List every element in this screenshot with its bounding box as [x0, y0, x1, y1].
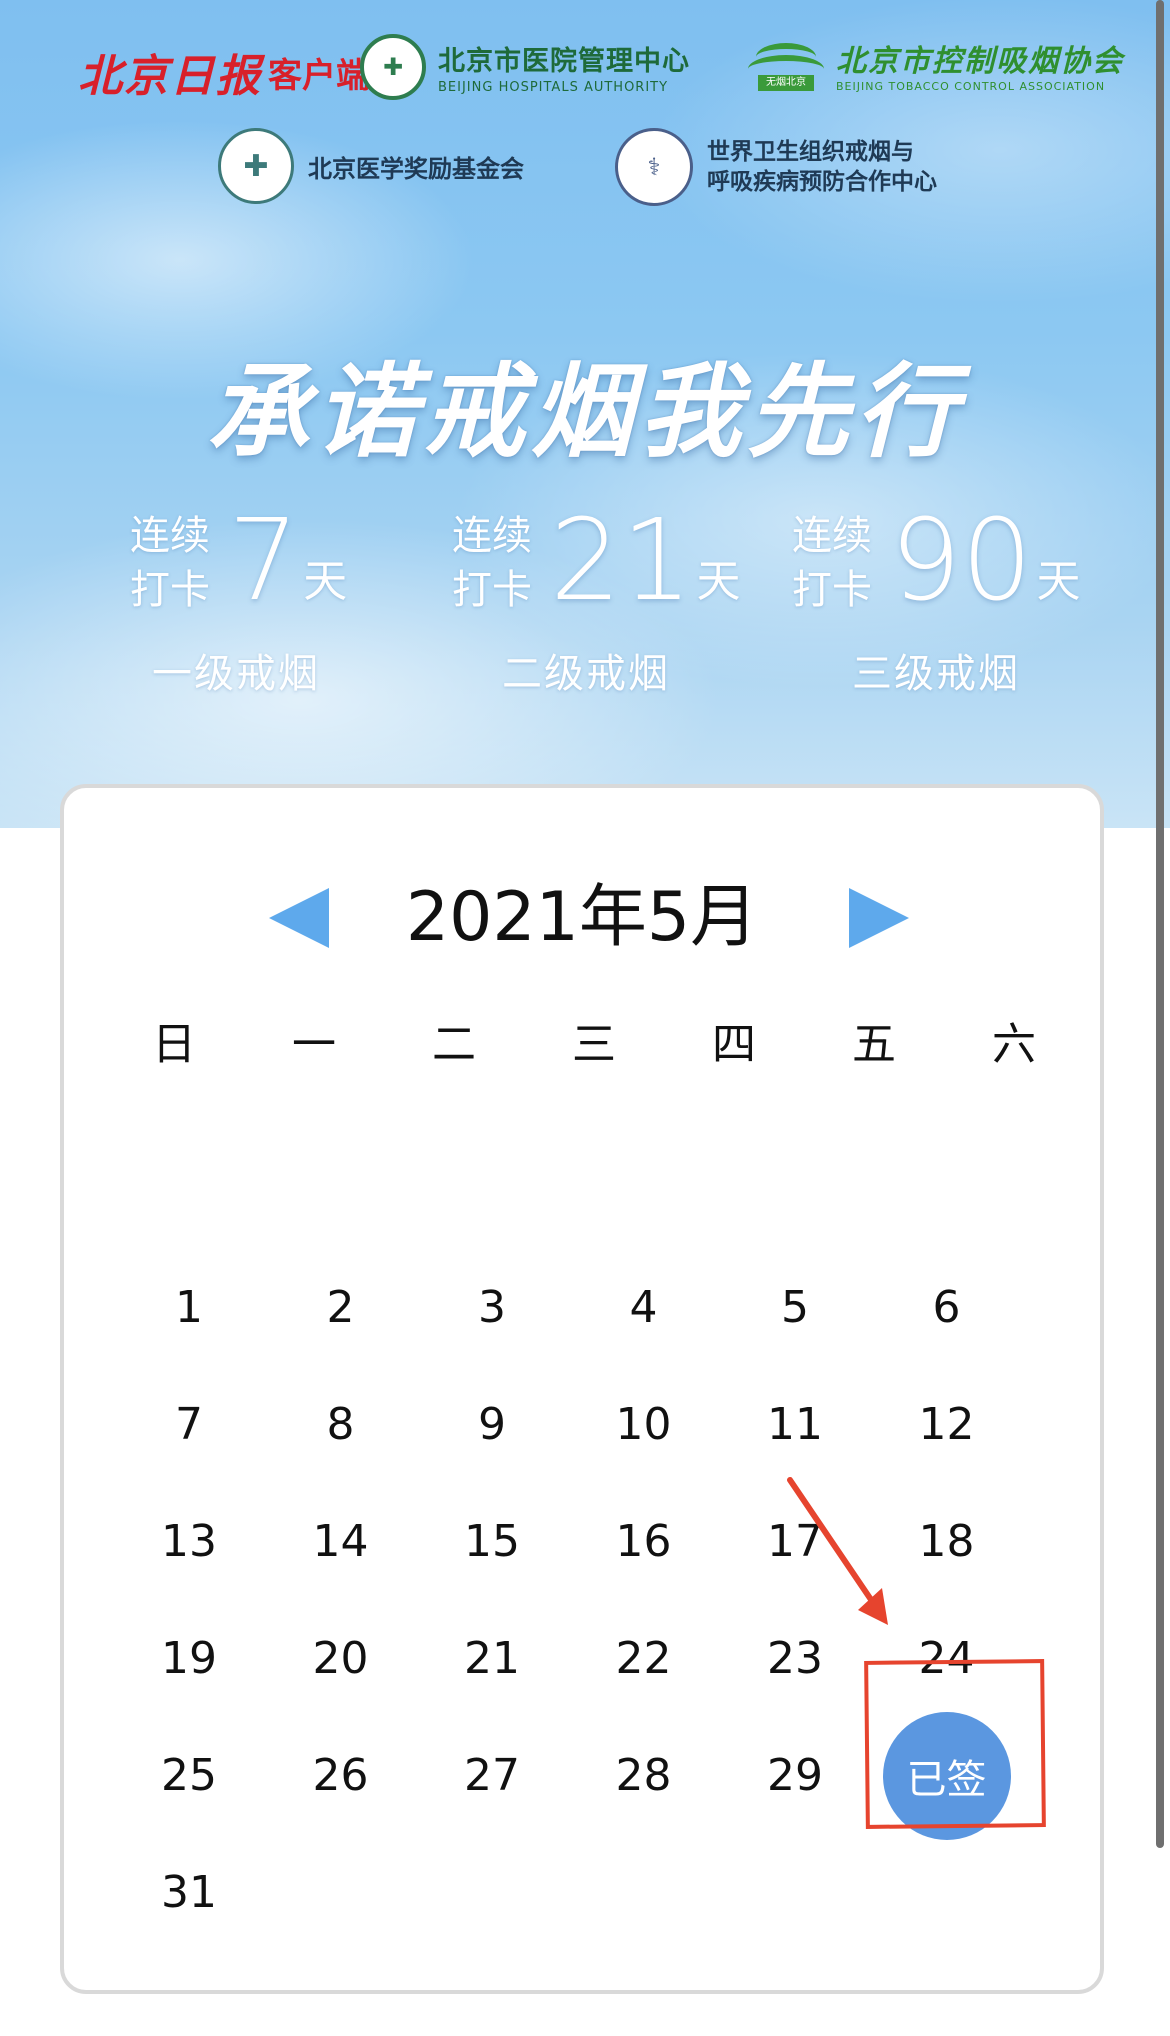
calendar-day[interactable]: 7: [124, 1370, 254, 1480]
calendar-day[interactable]: 27: [427, 1721, 557, 1831]
weekday-label: 三: [572, 1019, 616, 1070]
hospitals-authority-emblem-icon: ✚: [360, 34, 426, 100]
calendar-day[interactable]: 1: [124, 1253, 254, 1363]
hospitals-authority-logo: ✚ 北京市医院管理中心 BEIJING HOSPITALS AUTHORITY: [360, 34, 690, 100]
medical-foundation-emblem-icon: ✚: [218, 128, 294, 204]
calendar-day[interactable]: 25: [124, 1721, 254, 1831]
weekday-label: 二: [432, 1019, 476, 1070]
month-label: 2021年5月: [405, 878, 759, 957]
level-days: 90: [890, 496, 1033, 626]
tobacco-control-emblem-icon: 无烟北京: [748, 37, 826, 93]
calendar-day[interactable]: 26: [276, 1721, 406, 1831]
level-item-3: 连续打卡 90 天 三级戒烟: [792, 505, 1081, 705]
calendar-day[interactable]: 21: [427, 1604, 557, 1714]
level-item-1: 连续打卡 7 天 一级戒烟: [130, 505, 347, 705]
who-center-logo: ⚕ 世界卫生组织戒烟与 呼吸疾病预防合作中心: [615, 128, 937, 206]
level-name: 三级戒烟: [852, 651, 1020, 697]
calendar-day[interactable]: 19: [124, 1604, 254, 1714]
level-name: 二级戒烟: [502, 651, 670, 697]
annotation-arrow-icon: [787, 1477, 888, 1625]
tobacco-control-en: BEIJING TOBACCO CONTROL ASSOCIATION: [836, 80, 1106, 93]
level-unit: 天: [303, 556, 348, 607]
calendar-day[interactable]: 3: [427, 1253, 557, 1363]
who-center-line1: 世界卫生组织戒烟与: [707, 139, 914, 165]
month-navigator: 2021年5月: [64, 868, 1100, 958]
calendar-day[interactable]: 29: [730, 1721, 860, 1831]
calendar-day[interactable]: 15: [427, 1487, 557, 1597]
calendar-day[interactable]: 13: [124, 1487, 254, 1597]
level-prefix: 连续打卡: [792, 513, 872, 613]
level-name: 一级戒烟: [152, 651, 320, 697]
who-center-line2: 呼吸疾病预防合作中心: [707, 169, 937, 195]
tobacco-control-cn: 北京市控制吸烟协会: [836, 44, 1124, 79]
campaign-title: 承诺戒烟我先行: [207, 353, 963, 472]
weekday-label: 六: [992, 1019, 1036, 1070]
weekday-header: 日 一 二 三 四 五 六: [104, 1008, 1084, 1072]
calendar-day[interactable]: 14: [276, 1487, 406, 1597]
medical-foundation-cn: 北京医学奖励基金会: [308, 154, 524, 183]
annotation-highlight-box: [864, 1659, 1046, 1829]
calendar-day[interactable]: 11: [730, 1370, 860, 1480]
weekday-label: 五: [852, 1019, 896, 1070]
calendar-day[interactable]: 6: [882, 1253, 1012, 1363]
level-list: 连续打卡 7 天 一级戒烟 连续打卡 21 天 二级戒烟 连续打卡 90 天 三…: [0, 505, 1170, 705]
level-prefix: 连续打卡: [130, 513, 210, 613]
hero-banner: 北京日报 客户端 ✚ 北京市医院管理中心 BEIJING HOSPITALS A…: [0, 0, 1170, 828]
calendar-day[interactable]: 8: [276, 1370, 406, 1480]
who-emblem-icon: ⚕: [615, 128, 693, 206]
calendar-day[interactable]: 16: [579, 1487, 709, 1597]
calendar-day[interactable]: 9: [427, 1370, 557, 1480]
beijing-daily-logo-suffix: 客户端: [268, 55, 370, 96]
calendar-day[interactable]: 2: [276, 1253, 406, 1363]
weekday-label: 一: [292, 1019, 336, 1070]
hospitals-authority-cn: 北京市医院管理中心: [438, 46, 690, 77]
tobacco-control-logo: 无烟北京 北京市控制吸烟协会 BEIJING TOBACCO CONTROL A…: [748, 36, 1124, 93]
calendar-day[interactable]: 31: [124, 1838, 254, 1948]
level-prefix: 连续打卡: [452, 513, 532, 613]
calendar-day[interactable]: 28: [579, 1721, 709, 1831]
calendar-day[interactable]: 12: [882, 1370, 1012, 1480]
medical-foundation-logo: ✚ 北京医学奖励基金会: [218, 128, 524, 204]
level-days: 21: [550, 496, 693, 626]
tobacco-control-seal: 无烟北京: [758, 74, 814, 91]
beijing-daily-logo-name: 北京日报: [78, 51, 262, 102]
beijing-daily-logo: 北京日报 客户端: [78, 40, 370, 104]
weekday-label: 四: [712, 1019, 756, 1070]
calendar-day[interactable]: 20: [276, 1604, 406, 1714]
calendar-day[interactable]: 5: [730, 1253, 860, 1363]
level-unit: 天: [1036, 556, 1081, 607]
calendar-day[interactable]: 22: [579, 1604, 709, 1714]
level-item-2: 连续打卡 21 天 二级戒烟: [452, 505, 741, 705]
calendar-day[interactable]: 10: [579, 1370, 709, 1480]
hospitals-authority-en: BEIJING HOSPITALS AUTHORITY: [438, 80, 669, 95]
level-days: 7: [228, 496, 300, 626]
calendar-day[interactable]: 4: [579, 1253, 709, 1363]
level-unit: 天: [696, 556, 741, 607]
next-month-icon[interactable]: [849, 888, 909, 948]
weekday-label: 日: [152, 1019, 196, 1070]
scrollbar[interactable]: [1156, 0, 1164, 1848]
